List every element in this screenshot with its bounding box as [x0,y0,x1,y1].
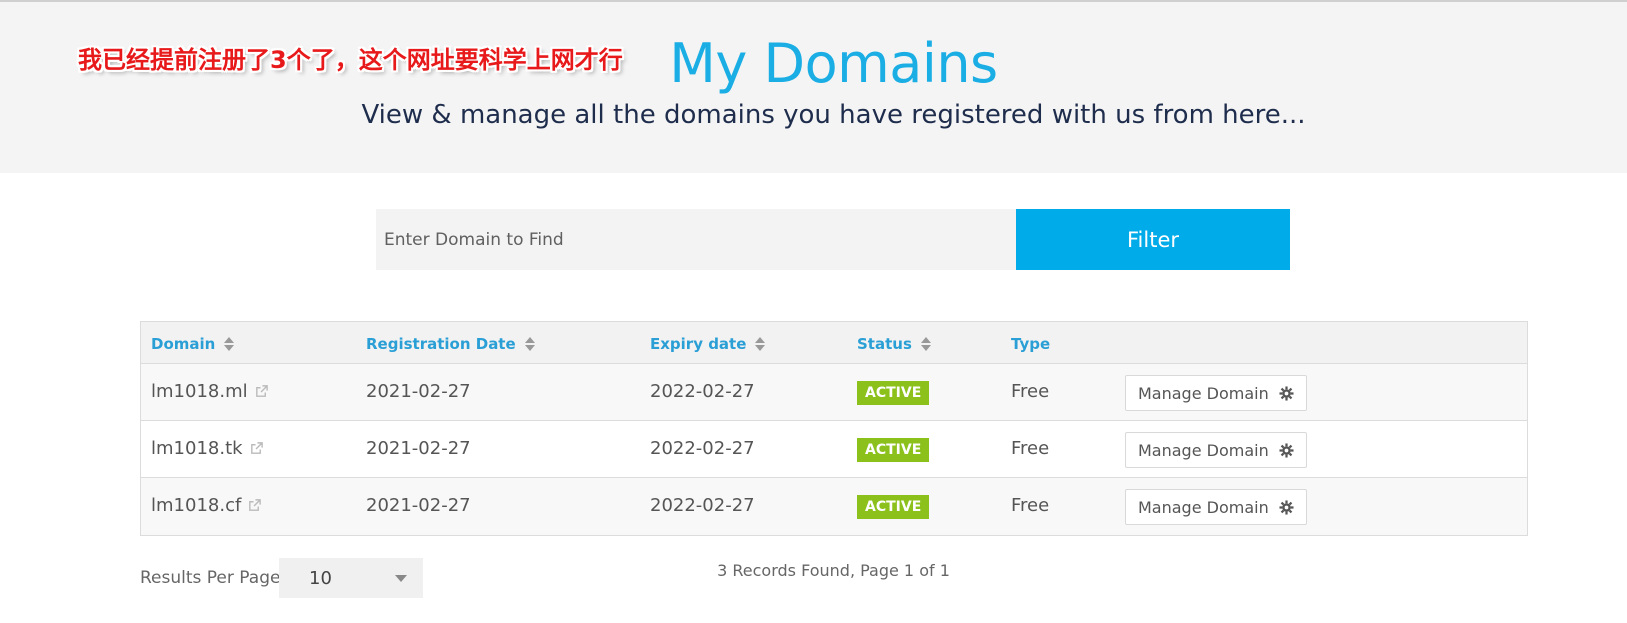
type-cell: Free [1011,438,1050,459]
registration-date-cell: 2021-02-27 [366,381,471,402]
table-row: lm1018.ml 2021-02-27 2022-02-27 ACTIVE F… [141,364,1527,421]
column-header-status[interactable]: Status [857,335,931,353]
manage-domain-label: Manage Domain [1138,383,1269,403]
sort-icon [755,337,766,351]
gear-icon [1279,499,1294,515]
status-badge: ACTIVE [857,495,930,519]
manage-domain-button[interactable]: Manage Domain [1125,432,1307,468]
expiry-date-cell: 2022-02-27 [650,495,755,516]
page-title: My Domains [669,32,998,95]
table-row: lm1018.tk 2021-02-27 2022-02-27 ACTIVE F… [141,421,1527,478]
domain-name[interactable]: lm1018.tk [151,438,243,459]
sort-icon [224,337,235,351]
domain-cell[interactable]: lm1018.tk [151,438,264,459]
manage-domain-label: Manage Domain [1138,497,1269,517]
column-header-type: Type [1011,335,1050,353]
table-header: Domain Registration Date Expiry date Sta… [141,322,1527,364]
domain-name[interactable]: lm1018.ml [151,381,248,402]
domain-cell[interactable]: lm1018.cf [151,495,262,516]
gear-icon [1279,442,1294,458]
column-header-expiry-date[interactable]: Expiry date [650,335,766,353]
external-link-icon[interactable] [254,384,269,399]
registration-date-cell: 2021-02-27 [366,438,471,459]
manage-domain-button[interactable]: Manage Domain [1125,375,1307,411]
filter-button[interactable]: Filter [1016,209,1290,270]
domain-name[interactable]: lm1018.cf [151,495,241,516]
sort-icon [920,337,931,351]
records-summary: 3 Records Found, Page 1 of 1 [717,561,950,580]
type-cell: Free [1011,381,1050,402]
domains-table: Domain Registration Date Expiry date Sta… [140,321,1528,536]
external-link-icon[interactable] [247,498,262,513]
column-header-registration-date[interactable]: Registration Date [366,335,535,353]
manage-domain-button[interactable]: Manage Domain [1125,489,1307,525]
gear-icon [1279,385,1294,401]
sort-icon [524,337,535,351]
page-subtitle: View & manage all the domains you have r… [361,100,1306,130]
manage-domain-label: Manage Domain [1138,440,1269,460]
page-header: 我已经提前注册了3个了，这个网址要科学上网才行 My Domains View … [0,2,1627,173]
column-header-label: Status [857,335,912,353]
status-badge: ACTIVE [857,381,930,405]
column-header-label: Expiry date [650,335,747,353]
external-link-icon[interactable] [249,441,264,456]
domain-search-bar: Filter [376,209,1290,270]
column-header-label: Registration Date [366,335,516,353]
type-cell: Free [1011,495,1050,516]
status-badge: ACTIVE [857,438,930,462]
registration-date-cell: 2021-02-27 [366,495,471,516]
domain-cell[interactable]: lm1018.ml [151,381,269,402]
column-header-label: Type [1011,335,1051,353]
expiry-date-cell: 2022-02-27 [650,438,755,459]
domain-search-input[interactable] [376,209,1016,270]
table-row: lm1018.cf 2021-02-27 2022-02-27 ACTIVE F… [141,478,1527,535]
expiry-date-cell: 2022-02-27 [650,381,755,402]
column-header-label: Domain [151,335,216,353]
column-header-domain[interactable]: Domain [151,335,235,353]
